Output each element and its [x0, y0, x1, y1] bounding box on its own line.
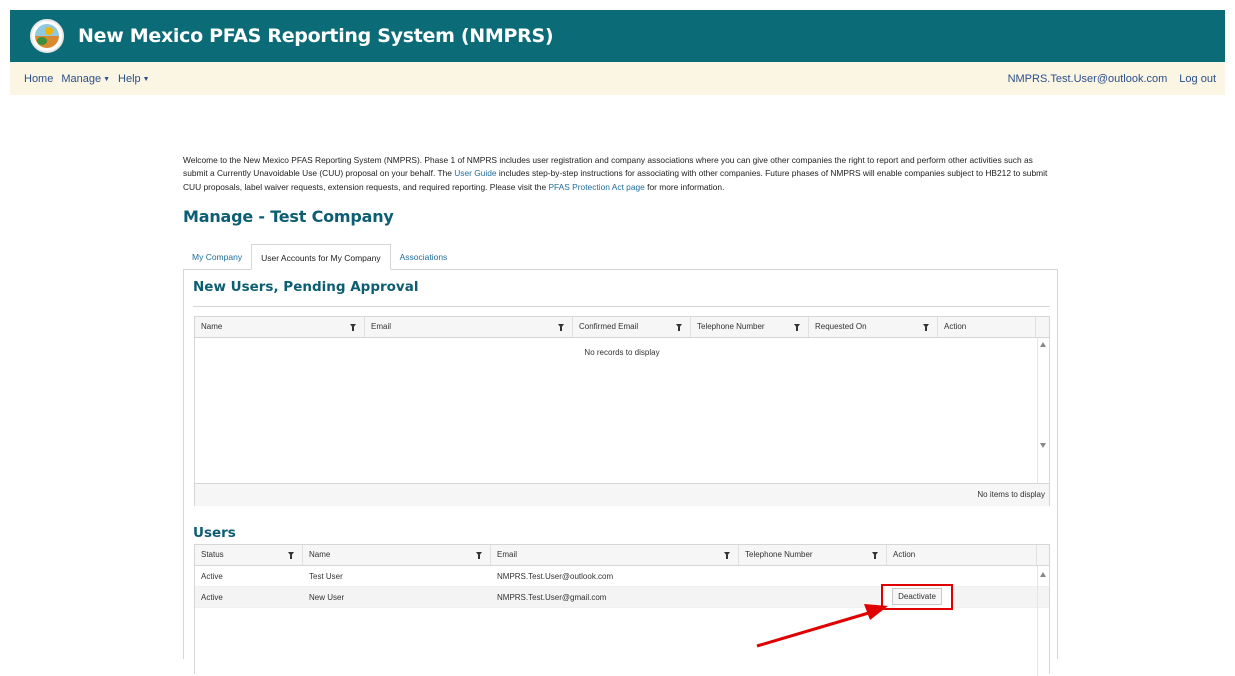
tab-user-accounts[interactable]: User Accounts for My Company: [251, 244, 391, 270]
annotation-arrow-icon: [756, 604, 888, 648]
